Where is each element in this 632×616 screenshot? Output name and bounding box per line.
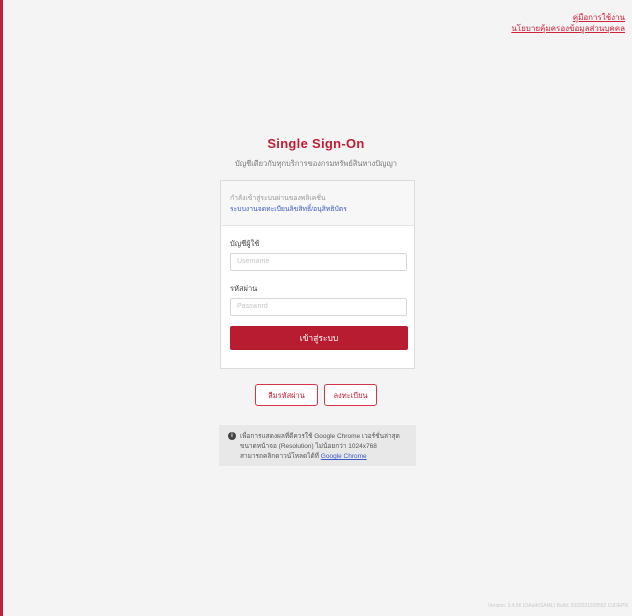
- notice-line-3-prefix: สามารถคลิกดาวน์โหลดได้ที่: [240, 453, 321, 460]
- browser-notice: i เพื่อการแสดงผลที่ดีควรใช้ Google Chrom…: [219, 425, 416, 466]
- user-manual-link[interactable]: คู่มือการใช้งาน: [511, 12, 625, 23]
- version-info: Version: 3.4.56 (OAuth/SAML) Build: 2022…: [488, 603, 628, 609]
- notice-line-1: เพื่อการแสดงผลที่ดีควรใช้ Google Chrome …: [240, 433, 400, 440]
- username-label: บัญชีผู้ใช้: [230, 239, 260, 248]
- username-input[interactable]: Username: [230, 253, 407, 271]
- page-title: Single Sign-On: [267, 136, 365, 151]
- notice-line-2: ขนาดหน้าจอ (Resolution) ไม่น้อยกว่า 1024…: [240, 443, 377, 450]
- register-button[interactable]: ลงทะเบียน: [324, 384, 377, 406]
- privacy-policy-link[interactable]: นโยบายคุ้มครองข้อมูลส่วนบุคคล: [511, 23, 625, 34]
- login-button[interactable]: เข้าสู่ระบบ: [230, 326, 408, 350]
- page-subtitle: บัญชีเดียวกับทุกบริการของกรมทรัพย์สินทาง…: [234, 159, 398, 168]
- login-via-note: กำลังเข้าสู่ระบบผ่านของพลิเคชั่น: [230, 195, 326, 202]
- login-card: กำลังเข้าสู่ระบบผ่านของพลิเคชั่น ระบบงาน…: [220, 180, 415, 369]
- login-app-info: กำลังเข้าสู่ระบบผ่านของพลิเคชั่น ระบบงาน…: [221, 181, 414, 226]
- password-label: รหัสผ่าน: [230, 284, 258, 293]
- notice-line-3: สามารถคลิกดาวน์โหลดได้ที่ Google Chrome: [240, 452, 410, 462]
- forgot-password-button[interactable]: ลืมรหัสผ่าน: [255, 384, 318, 406]
- info-icon: i: [228, 432, 236, 440]
- password-input[interactable]: Password: [230, 298, 407, 316]
- app-link[interactable]: ระบบงานจดทะเบียนลิขสิทธิ์/อนุสิทธิบัตร: [230, 206, 347, 213]
- top-links: คู่มือการใช้งาน นโยบายคุ้มครองข้อมูลส่วน…: [511, 12, 625, 34]
- google-chrome-link[interactable]: Google Chrome: [321, 453, 367, 460]
- left-accent-stripe: [0, 0, 3, 616]
